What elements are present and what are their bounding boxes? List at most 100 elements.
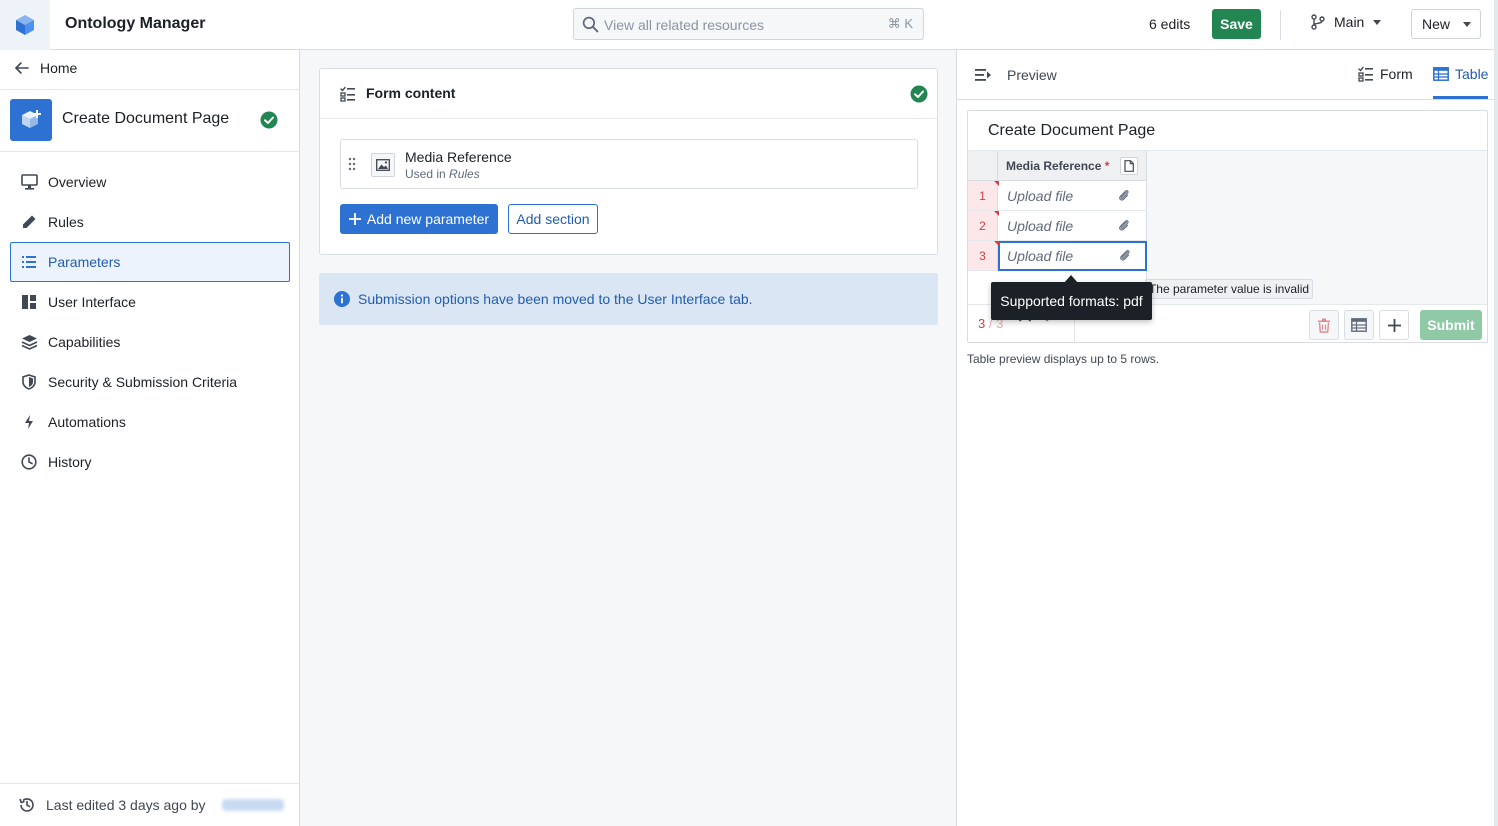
tab-form[interactable]: Form xyxy=(1358,66,1413,82)
search-bar[interactable]: ⌘ K xyxy=(573,8,924,40)
arrow-left-icon xyxy=(15,62,29,74)
table-icon xyxy=(1351,318,1367,332)
top-bar: Ontology Manager ⌘ K 6 edits Save Main N… xyxy=(0,0,1498,50)
column-header[interactable]: Media Reference * xyxy=(998,151,1147,181)
info-callout: Submission options have been moved to th… xyxy=(319,273,938,325)
sidebar-nav: Overview Rules Parameters User Interface… xyxy=(10,162,290,482)
collapse-panel-icon[interactable] xyxy=(974,67,992,83)
last-edited-footer: Last edited 3 days ago by xyxy=(0,783,299,826)
error-marker xyxy=(994,241,999,246)
last-edited-text: Last edited 3 days ago by xyxy=(46,797,206,813)
supported-formats-tooltip: Supported formats: pdf xyxy=(991,282,1152,320)
sidebar-item-rules[interactable]: Rules xyxy=(10,202,290,242)
drag-handle-icon[interactable] xyxy=(348,157,356,171)
form-list-icon xyxy=(1358,66,1373,82)
form-content-header: Form content xyxy=(320,69,937,119)
active-tab-indicator xyxy=(1433,96,1488,99)
form-list-icon xyxy=(340,86,355,102)
resource-name: Create Document Page xyxy=(62,110,230,127)
error-marker xyxy=(994,181,999,186)
list-icon xyxy=(20,253,38,271)
lightning-icon xyxy=(20,413,38,431)
cube-plus-icon xyxy=(22,110,41,128)
sidebar-item-security[interactable]: Security & Submission Criteria xyxy=(10,362,290,402)
window-edge xyxy=(1494,0,1498,826)
table-icon xyxy=(1433,67,1449,81)
divider xyxy=(0,89,299,90)
edits-count[interactable]: 6 edits xyxy=(1149,16,1190,32)
caret-down-icon xyxy=(1373,20,1382,25)
document-icon[interactable] xyxy=(1120,157,1138,175)
upload-file-cell[interactable]: Upload file xyxy=(994,211,1147,241)
delete-row-button[interactable] xyxy=(1309,310,1339,340)
git-branch-icon xyxy=(1311,14,1325,30)
new-button-label: New xyxy=(1422,16,1451,32)
parameter-usage: Used in Rules xyxy=(405,167,480,181)
form-content-title: Form content xyxy=(366,85,456,101)
save-button[interactable]: Save xyxy=(1212,9,1261,39)
sidebar-item-label: Capabilities xyxy=(48,334,121,350)
sidebar: Home Create Document Page Overview Rules xyxy=(0,50,300,826)
layers-icon xyxy=(20,333,38,351)
add-new-parameter-button[interactable]: Add new parameter xyxy=(340,204,498,234)
add-row-button[interactable] xyxy=(1379,310,1409,340)
caret-down-icon xyxy=(1463,22,1472,27)
sidebar-item-history[interactable]: History xyxy=(10,442,290,482)
required-mark: * xyxy=(1104,159,1110,173)
divider xyxy=(0,151,299,152)
sidebar-item-label: User Interface xyxy=(48,294,136,310)
add-section-button[interactable]: Add section xyxy=(508,204,598,234)
tab-table[interactable]: Table xyxy=(1433,66,1488,82)
upload-file-cell[interactable]: Upload file xyxy=(994,181,1147,211)
error-marker xyxy=(994,211,999,216)
sidebar-item-label: Security & Submission Criteria xyxy=(48,374,238,390)
app-title: Ontology Manager xyxy=(65,15,206,32)
sidebar-item-label: Automations xyxy=(48,414,126,430)
preview-title: Create Document Page xyxy=(988,122,1156,139)
clock-icon xyxy=(20,453,38,471)
branch-selector[interactable]: Main xyxy=(1310,14,1382,30)
paperclip-icon[interactable] xyxy=(1119,249,1131,262)
search-shortcut: ⌘ K xyxy=(887,16,913,31)
sidebar-item-label: Overview xyxy=(48,174,107,190)
header-divider xyxy=(1280,10,1281,40)
search-input[interactable] xyxy=(604,14,884,36)
home-link[interactable]: Home xyxy=(14,60,77,76)
paperclip-icon[interactable] xyxy=(1118,219,1130,232)
home-label: Home xyxy=(40,60,78,76)
tab-label: Table xyxy=(1455,66,1489,82)
info-icon xyxy=(334,291,350,307)
media-icon xyxy=(371,153,395,177)
preview-label: Preview xyxy=(1007,67,1057,83)
sidebar-item-user-interface[interactable]: User Interface xyxy=(10,282,290,322)
tab-label: Form xyxy=(1380,66,1413,82)
redacted-username[interactable] xyxy=(221,799,284,811)
preview-panel: Preview Form Table Create Document Page … xyxy=(956,50,1495,826)
branch-label: Main xyxy=(1334,14,1365,30)
sidebar-item-automations[interactable]: Automations xyxy=(10,402,290,442)
plus-icon xyxy=(348,213,361,225)
sidebar-item-parameters[interactable]: Parameters xyxy=(10,242,290,282)
info-text: Submission options have been moved to th… xyxy=(358,291,753,307)
trash-icon xyxy=(1318,318,1330,333)
upload-file-placeholder: Upload file xyxy=(1007,218,1074,234)
sidebar-item-label: Rules xyxy=(48,214,84,230)
sidebar-item-overview[interactable]: Overview xyxy=(10,162,290,202)
sidebar-item-label: History xyxy=(48,454,92,470)
submit-button[interactable]: Submit xyxy=(1420,310,1482,340)
sidebar-item-capabilities[interactable]: Capabilities xyxy=(10,322,290,362)
app-logo[interactable] xyxy=(0,0,50,50)
action-type-tile xyxy=(10,99,52,141)
upload-file-placeholder: Upload file xyxy=(1007,248,1074,264)
main-content: Form content Media Reference Used in Rul… xyxy=(300,50,956,826)
parameter-row[interactable]: Media Reference Used in Rules xyxy=(340,139,918,189)
parameter-name: Media Reference xyxy=(405,149,512,165)
paperclip-icon[interactable] xyxy=(1118,189,1130,202)
table-view-button[interactable] xyxy=(1344,310,1374,340)
check-circle-icon xyxy=(260,111,278,129)
check-circle-icon xyxy=(910,85,928,103)
form-content-card: Form content Media Reference Used in Rul… xyxy=(319,68,938,255)
upload-file-cell-selected[interactable]: Upload file xyxy=(994,241,1147,271)
monitor-icon xyxy=(20,173,38,191)
new-button[interactable]: New xyxy=(1411,9,1481,39)
